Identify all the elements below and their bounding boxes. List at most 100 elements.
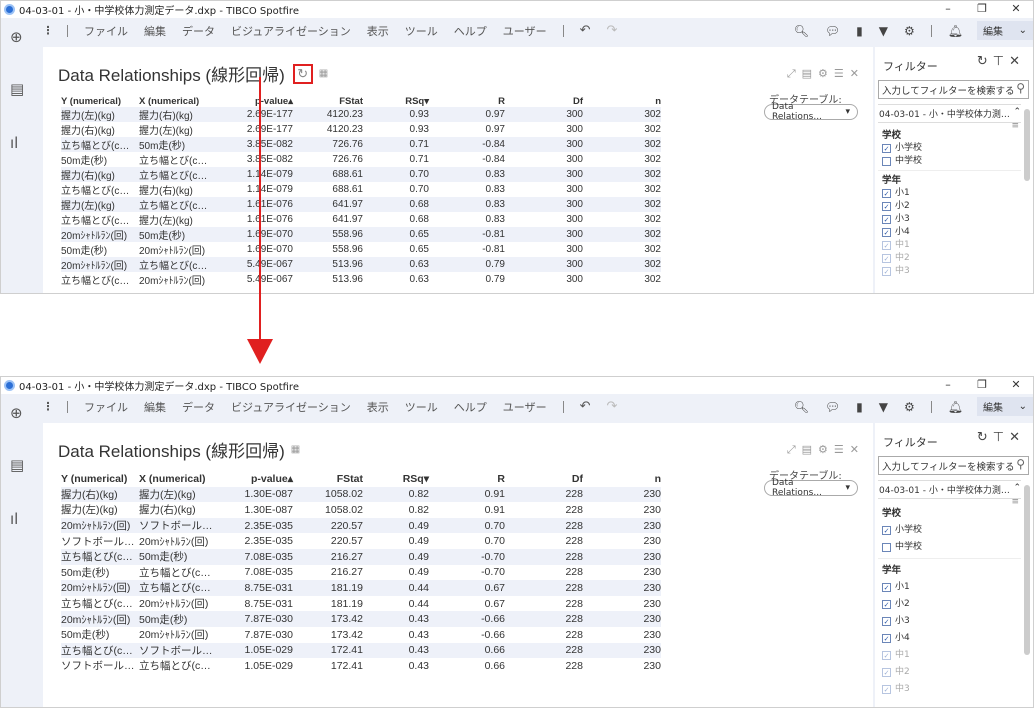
table-row[interactable]: 20mｼｬﾄﾙﾗﾝ(回) 50m走(秒) 1.69E-070 558.96 0.65 -0… bbox=[61, 227, 661, 242]
checkbox[interactable]: ✓ bbox=[882, 241, 891, 250]
redo-icon[interactable]: ↷ bbox=[606, 23, 617, 38]
menu-item[interactable]: ビジュアライゼーション bbox=[231, 23, 351, 39]
filter-checkbox-item[interactable]: ✓ 小学校 bbox=[878, 522, 1021, 539]
checkbox[interactable] bbox=[882, 157, 891, 166]
filter-checkbox-item[interactable]: ✓ 小2 bbox=[878, 200, 1021, 213]
menu-item[interactable]: 編集 bbox=[144, 23, 166, 39]
table-row[interactable]: 50m走(秒) 立ち幅とび(c… 7.08E-035 216.27 0.49 -0.70 2… bbox=[61, 565, 661, 581]
chevron-up-icon[interactable]: ⌃ bbox=[1013, 107, 1021, 120]
menu-item[interactable]: データ bbox=[182, 399, 215, 415]
maximize-button[interactable]: ❐ bbox=[965, 1, 999, 18]
table-row[interactable]: 50m走(秒) 20mｼｬﾄﾙﾗﾝ(回) 1.69E-070 558.96 0.65 -0… bbox=[61, 242, 661, 257]
filter-checkbox-item[interactable]: 中学校 bbox=[878, 539, 1021, 556]
edit-mode-button[interactable]: 編集 ⌄ bbox=[977, 21, 1033, 40]
menu-item[interactable]: ユーザー bbox=[503, 399, 547, 415]
checkbox[interactable]: ✓ bbox=[882, 254, 891, 263]
column-header[interactable]: Df bbox=[505, 95, 583, 107]
filter-checkbox-item[interactable]: ✓ 中1 bbox=[878, 239, 1021, 252]
menu-item[interactable]: ユーザー bbox=[503, 23, 547, 39]
column-header[interactable]: Df bbox=[505, 471, 583, 487]
table-row[interactable]: ソフトボール… 20mｼｬﾄﾙﾗﾝ(回) 2.35E-035 220.57 0.49 0.… bbox=[61, 533, 661, 549]
filter-group-header[interactable]: 04-03-01 - 小・中学校体力測… ⌃ bbox=[878, 105, 1021, 123]
visualization-icon[interactable]: ıl bbox=[10, 510, 18, 528]
more-icon[interactable]: ⋮ bbox=[37, 24, 59, 37]
filter-search-input[interactable]: 入力してフィルターを検索する ⚲ bbox=[878, 456, 1029, 475]
chevron-up-icon[interactable]: ⌃ bbox=[1013, 483, 1021, 496]
filter-checkbox-item[interactable]: ✓ 小2 bbox=[878, 596, 1021, 613]
edit-mode-button[interactable]: 編集 ⌄ bbox=[977, 397, 1033, 416]
table-row[interactable]: ソフトボール… 立ち幅とび(c… 1.05E-029 172.41 0.43 0.66 22… bbox=[61, 658, 661, 674]
filter-checkbox-item[interactable]: ✓ 中2 bbox=[878, 664, 1021, 681]
maximize-viz-icon[interactable]: ⤢ bbox=[787, 67, 802, 80]
checkbox[interactable] bbox=[882, 543, 891, 552]
column-header[interactable]: R bbox=[429, 95, 505, 107]
checkbox[interactable]: ✓ bbox=[882, 617, 891, 626]
data-panel-icon[interactable]: ▤ bbox=[10, 80, 24, 98]
column-header[interactable]: n bbox=[583, 471, 661, 487]
close-filter-icon[interactable]: ✕ bbox=[1009, 54, 1025, 69]
column-header[interactable]: R bbox=[429, 471, 505, 487]
details-icon[interactable]: ▤ bbox=[802, 443, 818, 456]
bookmark-icon[interactable]: ▮ bbox=[856, 400, 863, 414]
checkbox[interactable]: ✓ bbox=[882, 685, 891, 694]
menu-item[interactable]: ファイル bbox=[84, 399, 128, 415]
checkbox[interactable]: ✓ bbox=[882, 144, 891, 153]
filter-scrollbar[interactable] bbox=[1024, 109, 1030, 181]
menu-item[interactable]: ツール bbox=[405, 23, 438, 39]
checkbox[interactable]: ✓ bbox=[882, 651, 891, 660]
filter-icon[interactable]: ▼ bbox=[879, 24, 888, 38]
column-header[interactable]: X (numerical) bbox=[139, 95, 213, 107]
table-row[interactable]: 立ち幅とび(c… 20mｼｬﾄﾙﾗﾝ(回) 5.49E-067 513.96 0.63 0… bbox=[61, 272, 661, 287]
menu-item[interactable]: 編集 bbox=[144, 399, 166, 415]
menu-item[interactable]: 表示 bbox=[367, 23, 389, 39]
filter-checkbox-item[interactable]: ✓ 小4 bbox=[878, 226, 1021, 239]
calculator-icon[interactable]: ▦ bbox=[291, 444, 300, 455]
filter-checkbox-item[interactable]: ✓ 小1 bbox=[878, 579, 1021, 596]
pin-icon[interactable]: ⊤ bbox=[993, 430, 1009, 445]
undo-icon[interactable]: ↶ bbox=[580, 23, 591, 38]
column-header[interactable]: RSq▾ bbox=[363, 471, 429, 487]
bookmark-icon[interactable]: ▮ bbox=[856, 24, 863, 38]
viz-settings-icon[interactable]: ⚙ bbox=[818, 67, 834, 80]
table-row[interactable]: 20mｼｬﾄﾙﾗﾝ(回) 立ち幅とび(c… 5.49E-067 513.96 0.63 0… bbox=[61, 257, 661, 272]
maximize-button[interactable]: ❐ bbox=[965, 377, 999, 394]
table-row[interactable]: 立ち幅とび(c… 50m走(秒) 7.08E-035 216.27 0.49 -0.70 2… bbox=[61, 548, 661, 565]
menu-icon[interactable]: ☰ bbox=[834, 67, 850, 80]
filter-checkbox-item[interactable]: 中学校 bbox=[878, 155, 1021, 168]
menu-item[interactable]: データ bbox=[182, 23, 215, 39]
checkbox[interactable]: ✓ bbox=[882, 526, 891, 535]
menu-item[interactable]: ファイル bbox=[84, 23, 128, 39]
menu-icon[interactable]: ☰ bbox=[834, 443, 850, 456]
data-panel-icon[interactable]: ▤ bbox=[10, 456, 24, 474]
settings-icon[interactable]: ⚙ bbox=[904, 24, 915, 38]
redo-icon[interactable]: ↷ bbox=[606, 399, 617, 414]
comment-icon[interactable]: 💬︎ bbox=[825, 24, 840, 38]
table-row[interactable]: 20mｼｬﾄﾙﾗﾝ(回) ソフトボール… 2.35E-035 220.57 0.49 0.… bbox=[61, 517, 661, 534]
filter-search-input[interactable]: 入力してフィルターを検索する ⚲ bbox=[878, 80, 1029, 99]
notification-icon[interactable]: 🔔︎ bbox=[948, 24, 963, 38]
refresh-icon[interactable]: ↻ bbox=[292, 63, 313, 84]
filter-scrollbar[interactable] bbox=[1024, 485, 1030, 655]
checkbox[interactable]: ✓ bbox=[882, 668, 891, 677]
comment-icon[interactable]: 💬︎ bbox=[825, 400, 840, 414]
data-table-select[interactable]: Data Relations... ▾ bbox=[764, 478, 858, 498]
table-row[interactable]: 立ち幅とび(c… 握力(右)(kg) 1.14E-079 688.61 0.70 0.83… bbox=[61, 182, 661, 197]
column-header[interactable]: Y (numerical) bbox=[61, 471, 139, 487]
calculator-icon[interactable]: ▦ bbox=[319, 68, 328, 79]
filter-group-header[interactable]: 04-03-01 - 小・中学校体力測… ⌃ bbox=[878, 481, 1021, 499]
menu-item[interactable]: ヘルプ bbox=[454, 23, 487, 39]
column-header[interactable]: p-value▴ bbox=[213, 471, 293, 487]
add-icon[interactable]: ⊕ bbox=[10, 404, 23, 422]
data-table-select[interactable]: Data Relations... ▾ bbox=[764, 102, 858, 122]
settings-icon[interactable]: ⚙ bbox=[904, 400, 915, 414]
filter-checkbox-item[interactable]: ✓ 小3 bbox=[878, 213, 1021, 226]
checkbox[interactable]: ✓ bbox=[882, 583, 891, 592]
filter-checkbox-item[interactable]: ✓ 中3 bbox=[878, 265, 1021, 278]
close-viz-icon[interactable]: ✕ bbox=[850, 67, 865, 80]
filter-checkbox-item[interactable]: ✓ 小3 bbox=[878, 613, 1021, 630]
column-header[interactable]: n bbox=[583, 95, 661, 107]
minimize-button[interactable]: – bbox=[931, 1, 965, 18]
column-header[interactable]: FStat bbox=[293, 95, 363, 107]
table-row[interactable]: 20mｼｬﾄﾙﾗﾝ(回) 立ち幅とび(c… 8.75E-031 181.19 0.44 0… bbox=[61, 580, 661, 596]
more-icon[interactable]: ⋮ bbox=[37, 400, 59, 413]
